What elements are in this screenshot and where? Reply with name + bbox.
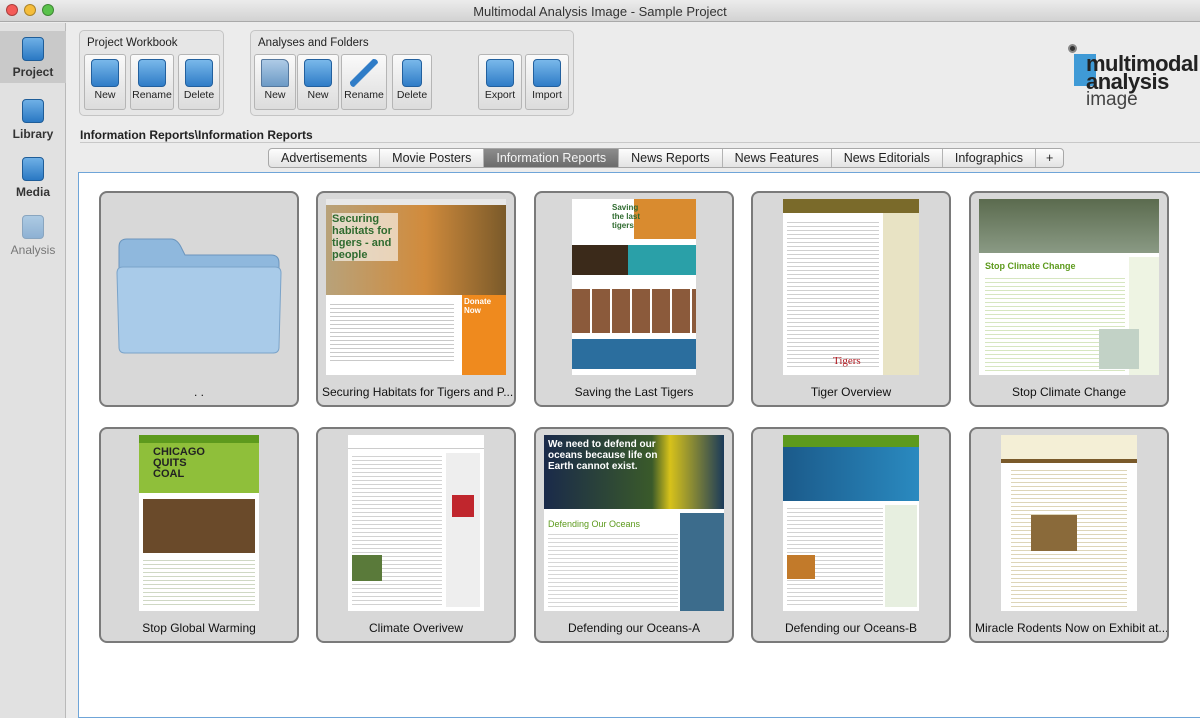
- analysis-item[interactable]: Defending our Oceans-B: [751, 427, 951, 643]
- thumbnail-image: Tigers: [783, 199, 919, 375]
- analysis-item[interactable]: Miracle Rodents Now on Exhibit at...: [969, 427, 1169, 643]
- item-caption: Stop Climate Change: [1011, 385, 1127, 399]
- new-icon: [91, 59, 119, 87]
- trash-icon: [402, 59, 422, 87]
- library-icon: [22, 99, 44, 123]
- item-caption: Securing Habitats for Tigers and P...: [322, 385, 514, 399]
- title-bar: Multimodal Analysis Image - Sample Proje…: [0, 0, 1200, 22]
- window-title: Multimodal Analysis Image - Sample Proje…: [473, 4, 727, 19]
- divider: [80, 142, 1200, 143]
- analysis-grid: . . Securing habitats for tigers - and p…: [78, 172, 1200, 718]
- tab-news-editorials[interactable]: News Editorials: [832, 149, 943, 167]
- analysis-new-button[interactable]: New: [297, 54, 339, 110]
- analysis-icon: [22, 215, 44, 239]
- analyses-rename-button[interactable]: Rename: [341, 54, 387, 110]
- tab-advertisements[interactable]: Advertisements: [269, 149, 381, 167]
- item-caption: Defending our Oceans-A: [567, 621, 701, 635]
- pencil-icon: [350, 59, 378, 87]
- folder-icon: [116, 238, 282, 354]
- sidebar-item-media[interactable]: Media: [0, 153, 66, 203]
- thumbnail-image: Saving the last tigers: [572, 199, 696, 375]
- rename-icon: [138, 59, 166, 87]
- analyses-delete-button[interactable]: Delete: [392, 54, 432, 110]
- project-workbook-title: Project Workbook: [87, 37, 178, 49]
- media-icon: [22, 157, 44, 181]
- tab-infographics[interactable]: Infographics: [943, 149, 1036, 167]
- thumbnail-image: CHICAGO QUITS COAL: [139, 435, 259, 611]
- analysis-item[interactable]: Securing habitats for tigers - and peopl…: [316, 191, 516, 407]
- analysis-item[interactable]: We need to defend our oceans because lif…: [534, 427, 734, 643]
- tab-news-reports[interactable]: News Reports: [619, 149, 723, 167]
- folder-icon: [261, 59, 289, 87]
- workbook-rename-button[interactable]: Rename: [130, 54, 174, 110]
- import-button[interactable]: Import: [525, 54, 569, 110]
- item-caption: Stop Global Warming: [142, 621, 256, 635]
- thumbnail-image: [1001, 435, 1137, 611]
- folder-new-button[interactable]: New: [254, 54, 296, 110]
- thumbnail-image: Securing habitats for tigers - and peopl…: [326, 199, 506, 375]
- item-caption: Miracle Rodents Now on Exhibit at...: [975, 621, 1167, 635]
- analysis-item[interactable]: CHICAGO QUITS COAL Stop Global Warming: [99, 427, 299, 643]
- analysis-item[interactable]: Saving the last tigers Saving the Last T…: [534, 191, 734, 407]
- sidebar-item-project[interactable]: Project: [0, 31, 66, 83]
- analysis-item[interactable]: Stop Climate Change Stop Climate Change: [969, 191, 1169, 407]
- trash-icon: [185, 59, 213, 87]
- new-analysis-icon: [304, 59, 332, 87]
- parent-folder-item[interactable]: . .: [99, 191, 299, 407]
- item-caption: Defending our Oceans-B: [784, 621, 918, 635]
- workbook-new-button[interactable]: New: [84, 54, 126, 110]
- app-logo: multimodal analysis image: [1068, 44, 1200, 122]
- item-caption: Saving the Last Tigers: [574, 385, 694, 399]
- breadcrumb: Information Reports\Information Reports: [80, 128, 313, 142]
- analysis-item[interactable]: Climate Overivew: [316, 427, 516, 643]
- item-caption: . .: [193, 385, 204, 399]
- item-caption: Tiger Overview: [810, 385, 892, 399]
- tab-bar: Advertisements Movie Posters Information…: [268, 148, 1065, 168]
- project-icon: [22, 37, 44, 61]
- thumbnail-image: [783, 435, 919, 611]
- tab-news-features[interactable]: News Features: [723, 149, 832, 167]
- item-caption: Climate Overivew: [368, 621, 464, 635]
- export-button[interactable]: Export: [478, 54, 522, 110]
- export-icon: [486, 59, 514, 87]
- thumbnail-image: We need to defend our oceans because lif…: [544, 435, 724, 611]
- thumbnail-image: Stop Climate Change: [979, 199, 1159, 375]
- sidebar-item-analysis[interactable]: Analysis: [0, 211, 66, 261]
- sidebar-item-library[interactable]: Library: [0, 95, 66, 145]
- import-icon: [533, 59, 561, 87]
- add-tab-button[interactable]: +: [1036, 149, 1063, 167]
- tab-movie-posters[interactable]: Movie Posters: [380, 149, 485, 167]
- tab-information-reports[interactable]: Information Reports: [484, 149, 620, 167]
- thumbnail-image: [348, 435, 484, 611]
- analyses-folders-title: Analyses and Folders: [258, 37, 369, 49]
- analysis-item[interactable]: Tigers Tiger Overview: [751, 191, 951, 407]
- sidebar: Project Library Media Analysis: [0, 23, 66, 718]
- workbook-delete-button[interactable]: Delete: [178, 54, 220, 110]
